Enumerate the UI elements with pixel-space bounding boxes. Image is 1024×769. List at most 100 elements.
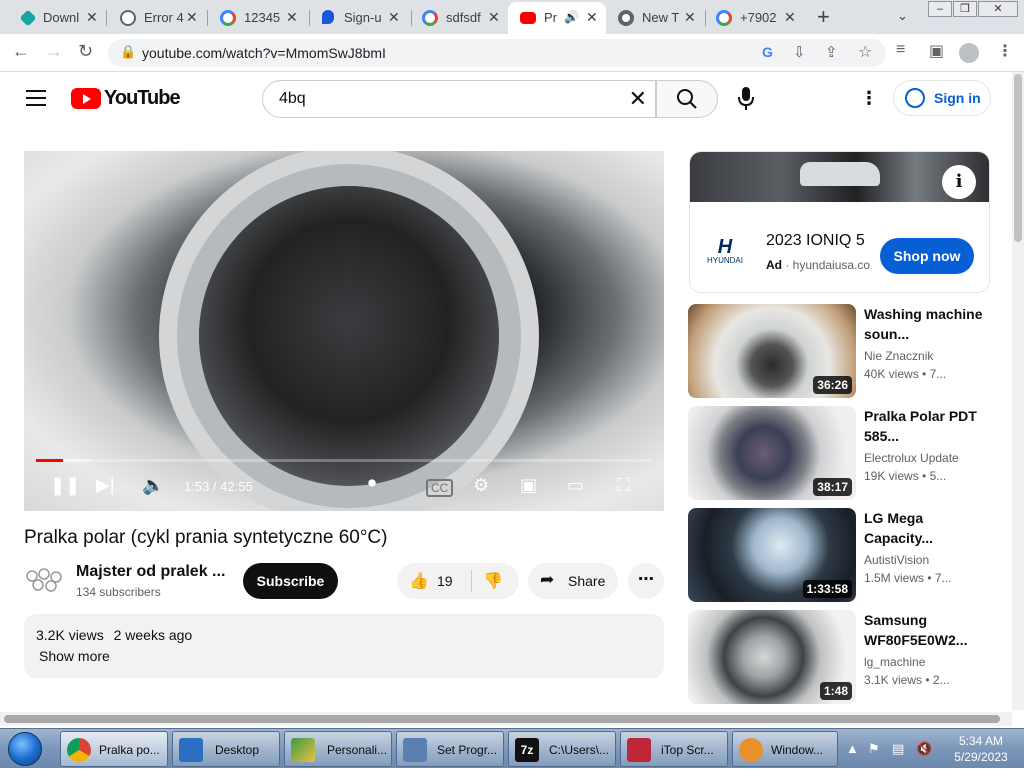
fullscreen-icon[interactable]: ⛶ — [617, 475, 630, 496]
chrome-menu-icon[interactable]: ⋮ — [997, 41, 1013, 61]
media-control-icon[interactable]: ≡ — [896, 41, 905, 59]
search-input[interactable]: 4bq ✕ — [262, 80, 656, 118]
next-icon[interactable]: ▶| — [96, 475, 115, 496]
like-count[interactable]: 19 — [437, 573, 453, 589]
recommended-title[interactable]: Samsung WF80F5E0W2... — [864, 610, 984, 650]
taskbar-item[interactable]: Window... — [732, 731, 838, 767]
clock[interactable]: 5:34 AM 5/29/2023 — [946, 733, 1016, 765]
install-icon[interactable]: ⇩ — [793, 43, 806, 61]
action-center-icon[interactable]: ⚑ — [868, 741, 880, 757]
taskbar-item[interactable]: 7z C:\Users\... — [508, 731, 616, 767]
share-icon[interactable]: ⇪ — [825, 43, 838, 61]
video-thumbnail[interactable]: 1:33:58 — [688, 508, 856, 602]
scroll-thumb[interactable] — [4, 715, 1000, 723]
channel-name[interactable]: Majster od pralek ... — [76, 563, 225, 581]
browser-tab[interactable]: Sign-u ✕ — [308, 2, 410, 34]
close-icon[interactable]: ✕ — [186, 9, 198, 26]
sign-in-button[interactable]: Sign in — [893, 80, 991, 116]
recommended-channel[interactable]: lg_machine — [864, 655, 925, 669]
taskbar-item[interactable]: Pralka po... — [60, 731, 168, 767]
star-icon[interactable]: ☆ — [858, 42, 872, 62]
thumbs-down-icon[interactable]: 👎 — [483, 571, 503, 591]
browser-tab[interactable]: sdfsdf ✕ — [410, 2, 508, 34]
browser-tab-active[interactable]: Pr 🔊 ✕ — [508, 2, 606, 34]
address-bar[interactable]: 🔒 youtube.com/watch?v=MmomSwJ8bmI G ⇩ ⇪ … — [108, 39, 886, 67]
close-icon[interactable]: ✕ — [388, 9, 400, 26]
youtube-logo-text[interactable]: YouTube — [104, 87, 181, 110]
browser-tab[interactable]: Downl ✕ — [0, 2, 104, 34]
ad-title[interactable]: 2023 IONIQ 5 — [766, 232, 865, 250]
chevron-down-icon[interactable]: ⌄ — [897, 8, 908, 24]
subscribe-button[interactable]: Subscribe — [243, 563, 338, 599]
settings-gear-icon[interactable]: ⚙ — [473, 475, 489, 496]
recommended-title[interactable]: Washing machine soun... — [864, 304, 984, 344]
close-icon[interactable]: ✕ — [684, 9, 696, 26]
volume-icon[interactable]: 🔈 — [142, 475, 164, 496]
minimize-button[interactable]: – — [928, 1, 952, 17]
google-lens-icon[interactable]: G — [762, 44, 773, 60]
volume-muted-icon[interactable]: 🔇 — [916, 741, 932, 757]
lock-icon[interactable]: 🔒 — [120, 44, 136, 60]
show-hidden-icons[interactable]: ▲ — [846, 741, 859, 756]
theater-mode-icon[interactable]: ▭ — [567, 475, 584, 496]
close-icon[interactable]: ✕ — [86, 9, 98, 26]
recommended-channel[interactable]: AutistiVision — [864, 553, 929, 567]
captions-icon[interactable]: CC — [426, 479, 454, 497]
microphone-icon[interactable] — [736, 86, 756, 112]
pause-icon[interactable]: ❚❚ — [50, 475, 80, 496]
shop-now-button[interactable]: Shop now — [880, 238, 974, 274]
browser-tab[interactable]: 12345 ✕ — [206, 2, 308, 34]
recommended-video[interactable]: 36:26 Washing machine soun... Nie Znaczn… — [688, 304, 993, 398]
miniplayer-icon[interactable]: ▣ — [520, 475, 537, 496]
browser-tab[interactable]: Error 4 ✕ — [104, 2, 206, 34]
progress-bar[interactable] — [36, 459, 652, 462]
recommended-video[interactable]: 1:48 Samsung WF80F5E0W2... lg_machine 3.… — [688, 610, 993, 704]
forward-icon[interactable]: → — [45, 41, 63, 62]
channel-avatar[interactable] — [24, 566, 64, 592]
profile-icon[interactable] — [959, 43, 979, 63]
thumbs-up-icon[interactable]: 👍 — [409, 571, 429, 591]
description-box[interactable]: 3.2K views 2 weeks ago Show more — [24, 614, 664, 678]
start-button[interactable] — [2, 730, 52, 768]
recommended-video[interactable]: 38:17 Pralka Polar PDT 585... Electrolux… — [688, 406, 993, 500]
reload-icon[interactable]: ↻ — [78, 41, 93, 62]
speaker-icon[interactable]: 🔊 — [564, 10, 579, 24]
taskbar-item[interactable]: Personali... — [284, 731, 392, 767]
browser-tab[interactable]: New T ✕ — [606, 2, 704, 34]
clear-search-icon[interactable]: ✕ — [629, 86, 647, 112]
info-icon[interactable]: i — [942, 165, 976, 199]
close-icon[interactable]: ✕ — [488, 9, 500, 26]
recommended-channel[interactable]: Nie Znacznik — [864, 349, 933, 363]
video-thumbnail[interactable]: 1:48 — [688, 610, 856, 704]
recommended-channel[interactable]: Electrolux Update — [864, 451, 959, 465]
taskbar-item[interactable]: Desktop — [172, 731, 280, 767]
video-player[interactable]: ❚❚ ▶| 🔈 1:53 / 42:55 ⏺ CC ⚙ ▣ ▭ ⛶ — [24, 151, 664, 511]
autoplay-toggle-icon[interactable]: ⏺ — [368, 475, 376, 493]
side-panel-icon[interactable]: ▣ — [929, 41, 944, 61]
taskbar-item[interactable]: iTop Scr... — [620, 731, 728, 767]
share-button[interactable]: ➦ Share — [528, 563, 618, 599]
close-icon[interactable]: ✕ — [586, 9, 598, 26]
new-tab-button[interactable]: + — [817, 4, 830, 30]
close-window-button[interactable]: ✕ — [978, 1, 1018, 17]
close-icon[interactable]: ✕ — [784, 9, 796, 26]
horizontal-scrollbar[interactable] — [0, 712, 1012, 726]
network-icon[interactable]: ▤ — [892, 741, 904, 757]
browser-tab[interactable]: +7902 ✕ — [704, 2, 804, 34]
recommended-title[interactable]: LG Mega Capacity... — [864, 508, 984, 548]
vertical-scrollbar[interactable] — [1012, 72, 1024, 710]
video-thumbnail[interactable]: 38:17 — [688, 406, 856, 500]
search-value[interactable]: 4bq — [279, 90, 306, 108]
ad-card[interactable]: i H HYUNDAI 2023 IONIQ 5 Ad · hyundaiusa.… — [689, 151, 990, 293]
scroll-thumb[interactable] — [1014, 74, 1022, 242]
settings-kebab-icon[interactable]: ⋮ — [860, 88, 878, 109]
youtube-logo-icon[interactable] — [71, 88, 101, 109]
taskbar-item[interactable]: Set Progr... — [396, 731, 504, 767]
recommended-title[interactable]: Pralka Polar PDT 585... — [864, 406, 984, 446]
menu-icon[interactable] — [26, 90, 46, 106]
show-more-link[interactable]: Show more — [39, 648, 110, 664]
recommended-video[interactable]: 1:33:58 LG Mega Capacity... AutistiVisio… — [688, 508, 993, 602]
url-text[interactable]: youtube.com/watch?v=MmomSwJ8bmI — [142, 45, 386, 61]
more-actions-button[interactable]: ⋯ — [628, 563, 664, 599]
search-button[interactable] — [656, 80, 718, 118]
